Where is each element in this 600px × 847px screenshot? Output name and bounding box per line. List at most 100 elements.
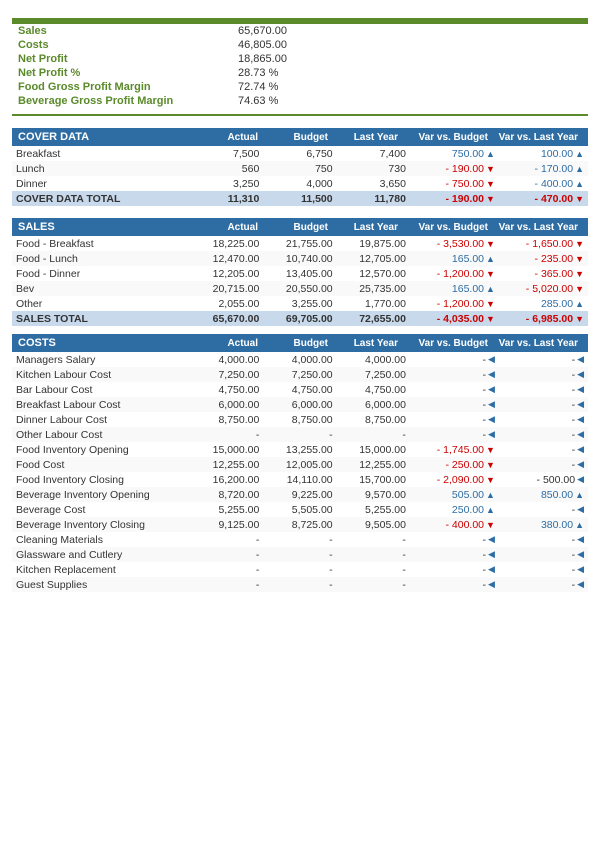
costs-col-var-last: Var vs. Last Year: [488, 338, 578, 349]
row-name: Other Labour Cost: [12, 427, 190, 442]
arrow-down-icon: ▼: [575, 314, 584, 324]
arrow-down-icon: ▼: [486, 314, 495, 324]
col-budget: Budget: [258, 222, 328, 233]
row-budget: -: [263, 562, 336, 577]
row-var-budget: - ◀: [410, 532, 499, 547]
row-lastyear: 11,780: [337, 191, 410, 206]
row-var-budget: - ◀: [410, 352, 499, 367]
kpi-value: 18,865.00: [238, 53, 287, 65]
row-var-last: 380.00 ▲: [499, 517, 588, 532]
row-budget: 14,110.00: [263, 472, 336, 487]
row-var-last: - ◀: [499, 532, 588, 547]
row-var-budget: - 750.00 ▼: [410, 176, 499, 191]
row-actual: -: [190, 562, 263, 577]
row-lastyear: 12,570.00: [337, 266, 410, 281]
row-budget: 6,000.00: [263, 397, 336, 412]
table-row: Beverage Inventory Closing 9,125.00 8,72…: [12, 517, 588, 532]
arrow-down-icon: ▼: [575, 239, 584, 249]
row-actual: 65,670.00: [190, 311, 263, 326]
row-budget: 69,705.00: [263, 311, 336, 326]
row-name: Kitchen Labour Cost: [12, 367, 190, 382]
arrow-neutral-icon: ◀: [577, 429, 584, 440]
sales-section-table: Food - Breakfast 18,225.00 21,755.00 19,…: [12, 236, 588, 326]
row-name: Food - Breakfast: [12, 236, 190, 251]
row-var-budget: 165.00 ▲: [410, 281, 499, 296]
row-var-budget: - ◀: [410, 562, 499, 577]
arrow-up-icon: ▲: [575, 164, 584, 174]
row-name: Breakfast: [12, 146, 190, 161]
row-actual: 4,750.00: [190, 382, 263, 397]
arrow-neutral-icon: ◀: [488, 564, 495, 575]
row-actual: 11,310: [190, 191, 263, 206]
row-var-last: - ◀: [499, 382, 588, 397]
col-actual: Actual: [188, 132, 258, 143]
row-actual: 9,125.00: [190, 517, 263, 532]
arrow-up-icon: ▲: [575, 520, 584, 530]
row-actual: 15,000.00: [190, 442, 263, 457]
row-var-last: - ◀: [499, 412, 588, 427]
row-actual: 16,200.00: [190, 472, 263, 487]
kpi-row: Costs46,805.00: [12, 38, 588, 52]
arrow-down-icon: ▼: [486, 520, 495, 530]
col-lastyear: Last Year: [328, 222, 398, 233]
sales-section: SALES Actual Budget Last Year Var vs. Bu…: [12, 218, 588, 326]
row-lastyear: -: [337, 532, 410, 547]
table-row: Dinner 3,250 4,000 3,650 - 750.00 ▼ - 40…: [12, 176, 588, 191]
arrow-down-icon: ▼: [486, 239, 495, 249]
row-lastyear: 5,255.00: [337, 502, 410, 517]
row-name: Other: [12, 296, 190, 311]
arrow-up-icon: ▲: [486, 284, 495, 294]
row-var-budget: 750.00 ▲: [410, 146, 499, 161]
row-budget: 6,750: [263, 146, 336, 161]
row-name: Food - Dinner: [12, 266, 190, 281]
row-lastyear: 1,770.00: [337, 296, 410, 311]
table-row: Dinner Labour Cost 8,750.00 8,750.00 8,7…: [12, 412, 588, 427]
row-var-last: - 235.00 ▼: [499, 251, 588, 266]
row-budget: 13,405.00: [263, 266, 336, 281]
col-budget: Budget: [258, 132, 328, 143]
kpi-label: Costs: [18, 39, 238, 51]
arrow-up-icon: ▲: [486, 490, 495, 500]
row-actual: 4,000.00: [190, 352, 263, 367]
row-lastyear: 4,750.00: [337, 382, 410, 397]
row-actual: 7,500: [190, 146, 263, 161]
section-name: COVER DATA: [18, 131, 188, 143]
kpi-label: Beverage Gross Profit Margin: [18, 95, 238, 107]
cover-section: COVER DATA Actual Budget Last Year Var v…: [12, 128, 588, 206]
row-var-last: - 6,985.00 ▼: [499, 311, 588, 326]
kpi-value: 65,670.00: [238, 25, 287, 37]
section-name: SALES: [18, 221, 188, 233]
row-actual: 12,255.00: [190, 457, 263, 472]
arrow-neutral-icon: ◀: [577, 549, 584, 560]
table-row: Kitchen Labour Cost 7,250.00 7,250.00 7,…: [12, 367, 588, 382]
costs-label: COSTS: [18, 337, 188, 349]
row-name: SALES TOTAL: [12, 311, 190, 326]
arrow-neutral-icon: ◀: [577, 444, 584, 455]
arrow-down-icon: ▼: [575, 254, 584, 264]
row-var-last: - ◀: [499, 397, 588, 412]
arrow-up-icon: ▲: [575, 299, 584, 309]
arrow-neutral-icon: ◀: [488, 369, 495, 380]
arrow-neutral-icon: ◀: [577, 504, 584, 515]
arrow-neutral-icon: ◀: [488, 399, 495, 410]
cover-section-header: COVER DATA Actual Budget Last Year Var v…: [12, 128, 588, 146]
kpi-value: 74.63 %: [238, 95, 278, 107]
arrow-down-icon: ▼: [486, 194, 495, 204]
table-row: Food - Breakfast 18,225.00 21,755.00 19,…: [12, 236, 588, 251]
row-lastyear: 3,650: [337, 176, 410, 191]
row-name: Bar Labour Cost: [12, 382, 190, 397]
row-budget: 4,000: [263, 176, 336, 191]
row-var-budget: - 250.00 ▼: [410, 457, 499, 472]
row-actual: 5,255.00: [190, 502, 263, 517]
costs-header: COSTS Actual Budget Last Year Var vs. Bu…: [12, 334, 588, 352]
row-var-last: - ◀: [499, 457, 588, 472]
arrow-down-icon: ▼: [486, 460, 495, 470]
table-row: Other 2,055.00 3,255.00 1,770.00 - 1,200…: [12, 296, 588, 311]
kpi-label: Net Profit %: [18, 67, 238, 79]
kpi-row: Food Gross Profit Margin72.74 %: [12, 80, 588, 94]
row-var-last: 285.00 ▲: [499, 296, 588, 311]
row-var-budget: 250.00 ▲: [410, 502, 499, 517]
row-actual: 18,225.00: [190, 236, 263, 251]
arrow-down-icon: ▼: [486, 269, 495, 279]
arrow-neutral-icon: ◀: [577, 564, 584, 575]
